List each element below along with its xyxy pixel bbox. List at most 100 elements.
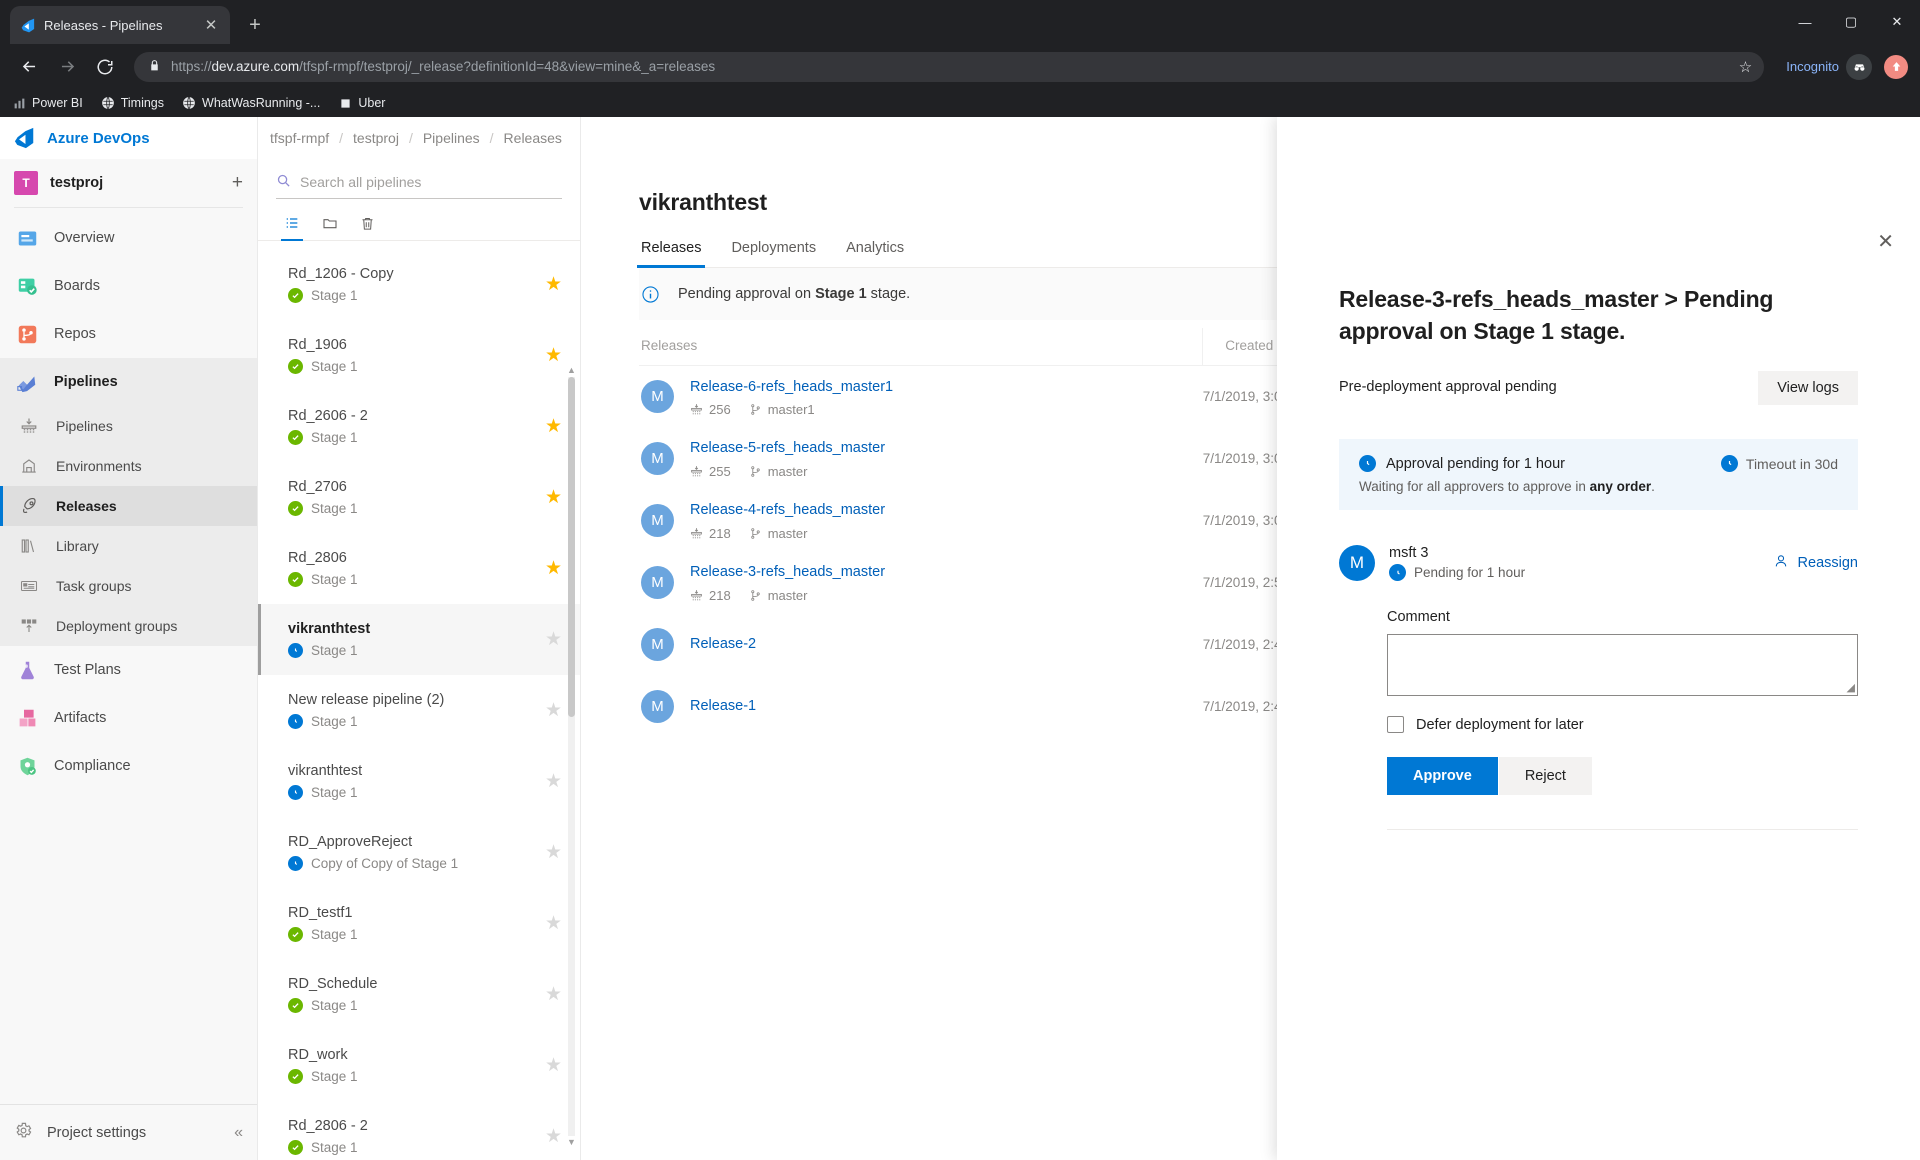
view-logs-button[interactable]: View logs	[1758, 371, 1858, 405]
branch-label: master	[767, 463, 808, 479]
release-name-link[interactable]: Release-5-refs_heads_master	[690, 438, 885, 459]
comment-input[interactable]: ◢	[1387, 634, 1858, 696]
sidebar-item-library[interactable]: Library	[0, 526, 257, 566]
tab-deployments[interactable]: Deployments	[731, 240, 816, 267]
pipeline-list-item[interactable]: Rd_2706 Stage 1 ★	[258, 462, 580, 533]
pipeline-list-scrollbar[interactable]: ▲ ▼	[566, 365, 577, 1148]
release-cell: M Release-6-refs_heads_master1 256 master1	[639, 366, 1203, 428]
favorite-star-icon[interactable]: ★	[545, 699, 562, 722]
sidebar-item-overview[interactable]: Overview	[0, 214, 257, 262]
sidebar-item-boards[interactable]: Boards	[0, 262, 257, 310]
pipeline-list-item[interactable]: Rd_2806 Stage 1 ★	[258, 533, 580, 604]
minimize-button[interactable]: —	[1782, 0, 1828, 44]
sidebar-item-releases[interactable]: Releases	[0, 486, 257, 526]
sidebar-label: Task groups	[56, 578, 132, 594]
sidebar-item-artifacts[interactable]: Artifacts	[0, 694, 257, 742]
tab-analytics[interactable]: Analytics	[846, 240, 904, 267]
bookmark-item[interactable]: WhatWasRunning -...	[182, 96, 320, 110]
pipeline-list-item[interactable]: Rd_2606 - 2 Stage 1 ★	[258, 391, 580, 462]
bookmark-item[interactable]: Power BI	[12, 96, 83, 110]
favorite-star-icon[interactable]: ★	[545, 486, 562, 509]
close-window-button[interactable]: ✕	[1874, 0, 1920, 44]
release-name-link[interactable]: Release-6-refs_heads_master1	[690, 377, 893, 398]
folder-icon[interactable]	[322, 215, 338, 240]
pipeline-list-item[interactable]: RD_testf1 Stage 1 ★	[258, 888, 580, 959]
collapse-rail-icon[interactable]: «	[234, 1124, 243, 1142]
project-selector[interactable]: T testproj +	[0, 159, 257, 207]
incognito-indicator[interactable]: Incognito	[1776, 53, 1872, 80]
trash-icon[interactable]	[360, 216, 375, 240]
favorite-star-icon[interactable]: ★	[545, 983, 562, 1006]
back-icon[interactable]	[12, 50, 46, 84]
pipeline-list-item[interactable]: RD_Schedule Stage 1 ★	[258, 959, 580, 1030]
favorite-star-icon[interactable]: ★	[545, 557, 562, 580]
release-meta: 256 master1	[690, 402, 893, 417]
reload-icon[interactable]	[88, 50, 122, 84]
pipeline-item-info: vikranthtest Stage 1	[288, 621, 370, 658]
pipeline-list-item[interactable]: Rd_1206 - Copy Stage 1 ★	[258, 249, 580, 320]
favorite-star-icon[interactable]: ★	[545, 273, 562, 296]
sidebar-item-deployment-groups[interactable]: Deployment groups	[0, 606, 257, 646]
tab-releases[interactable]: Releases	[636, 240, 706, 268]
favorite-star-icon[interactable]: ★	[545, 1125, 562, 1148]
add-icon[interactable]: +	[232, 172, 243, 194]
pipeline-list-item[interactable]: New release pipeline (2) Stage 1 ★	[258, 675, 580, 746]
sidebar-item-compliance[interactable]: Compliance	[0, 742, 257, 790]
pipeline-list-item[interactable]: vikranthtest Stage 1 ★	[258, 746, 580, 817]
release-name-link[interactable]: Release-3-refs_heads_master	[690, 562, 885, 583]
pipelines-sub-icon	[16, 413, 42, 439]
sidebar-item-pipelines[interactable]: Pipelines	[0, 358, 257, 406]
breadcrumb-item[interactable]: tfspf-rmpf	[270, 130, 329, 146]
scrollbar-thumb[interactable]	[568, 377, 575, 717]
browser-tab[interactable]: Releases - Pipelines ✕	[10, 6, 230, 44]
release-name-link[interactable]: Release-2	[690, 634, 756, 655]
pipeline-list-item[interactable]: RD_ApproveReject Copy of Copy of Stage 1 ★	[258, 817, 580, 888]
sidebar-item-repos[interactable]: Repos	[0, 310, 257, 358]
favorite-star-icon[interactable]: ★	[545, 912, 562, 935]
maximize-button[interactable]: ▢	[1828, 0, 1874, 44]
close-panel-icon[interactable]: ✕	[1877, 229, 1894, 254]
sidebar-item-pipelines-sub[interactable]: Pipelines	[0, 406, 257, 446]
favorite-star-icon[interactable]: ★	[545, 344, 562, 367]
scroll-down-icon[interactable]: ▼	[566, 1137, 577, 1148]
favorite-star-icon[interactable]: ★	[545, 415, 562, 438]
pipeline-list-item[interactable]: Rd_2806 - 2 Stage 1 ★	[258, 1101, 580, 1160]
scroll-up-icon[interactable]: ▲	[566, 365, 577, 376]
pipeline-stage: Stage 1	[288, 714, 444, 729]
azure-devops-brand[interactable]: Azure DevOps	[0, 117, 257, 159]
breadcrumb-item[interactable]: Pipelines	[423, 130, 480, 146]
gear-icon	[14, 1121, 33, 1144]
favorite-star-icon[interactable]: ★	[545, 628, 562, 651]
panel-divider	[1387, 829, 1858, 830]
resize-grip-icon[interactable]: ◢	[1847, 681, 1855, 694]
approve-button[interactable]: Approve	[1387, 757, 1498, 795]
pipeline-list-item[interactable]: RD_work Stage 1 ★	[258, 1030, 580, 1101]
close-tab-icon[interactable]: ✕	[202, 16, 220, 34]
pipeline-list-item[interactable]: Rd_1906 Stage 1 ★	[258, 320, 580, 391]
project-settings-button[interactable]: Project settings «	[0, 1104, 257, 1160]
release-name-link[interactable]: Release-1	[690, 696, 756, 717]
sidebar-item-environments[interactable]: Environments	[0, 446, 257, 486]
forward-icon[interactable]	[50, 50, 84, 84]
timeout-status: Timeout in 30d	[1720, 455, 1838, 472]
breadcrumb-item[interactable]: testproj	[353, 130, 399, 146]
breadcrumb-item[interactable]: Releases	[504, 130, 562, 146]
defer-deployment-checkbox[interactable]: Defer deployment for later	[1387, 716, 1858, 733]
pipeline-list-item[interactable]: vikranthtest Stage 1 ★	[258, 604, 580, 675]
sidebar-item-task-groups[interactable]: Task groups	[0, 566, 257, 606]
bookmark-star-icon[interactable]: ☆	[1739, 58, 1752, 76]
favorite-star-icon[interactable]: ★	[545, 841, 562, 864]
favorite-star-icon[interactable]: ★	[545, 1054, 562, 1077]
reassign-button[interactable]: Reassign	[1773, 553, 1858, 573]
profile-avatar-icon[interactable]	[1884, 54, 1908, 79]
sidebar-item-test-plans[interactable]: Test Plans	[0, 646, 257, 694]
address-bar[interactable]: https://dev.azure.com/tfspf-rmpf/testpro…	[134, 51, 1765, 82]
bookmark-item[interactable]: Uber	[338, 96, 385, 110]
favorite-star-icon[interactable]: ★	[545, 770, 562, 793]
release-name-link[interactable]: Release-4-refs_heads_master	[690, 500, 885, 521]
reject-button[interactable]: Reject	[1498, 757, 1592, 795]
bookmark-item[interactable]: Timings	[101, 96, 164, 110]
search-pipelines-input[interactable]: Search all pipelines	[276, 173, 562, 199]
list-view-icon[interactable]	[281, 215, 303, 241]
new-tab-button[interactable]: +	[238, 8, 272, 42]
